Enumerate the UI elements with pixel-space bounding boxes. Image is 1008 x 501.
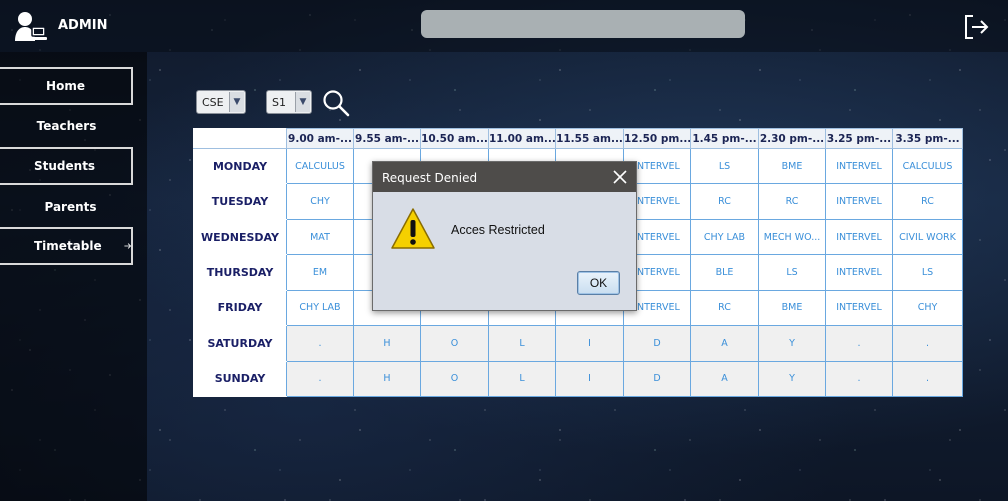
top-search-bar[interactable] [421,10,745,38]
table-cell[interactable]: . [286,325,354,362]
chevron-down-icon[interactable]: ▼ [229,92,244,112]
table-cell[interactable]: INTERVEL [825,254,893,291]
day-label: TUESDAY [193,183,287,220]
table-cell[interactable]: D [623,360,691,398]
day-label: MONDAY [193,147,287,185]
column-header: 11.55 am... [555,128,624,149]
sidebar-item-parents[interactable]: Parents [0,188,133,226]
search-icon[interactable] [322,89,350,117]
warning-icon [391,208,435,249]
column-header: 12.50 pm... [623,128,691,149]
sidebar-item-students[interactable]: Students [0,147,133,185]
table-cell[interactable]: Y [758,360,826,398]
timetable-header-row: 9.00 am-... 9.55 am-... 10.50 am... 11.00 a… [193,128,963,149]
table-cell[interactable]: INTERVEL [825,147,893,185]
table-cell[interactable]: CIVIL WORK [892,218,963,256]
sidebar-item-teachers[interactable]: Teachers [0,107,133,145]
table-cell[interactable]: O [420,325,489,362]
request-denied-dialog: Request Denied Acces Restricted OK [372,161,637,311]
dialog-title: Request Denied [382,171,478,185]
table-cell[interactable]: CHY [892,289,963,327]
day-label: FRIDAY [193,289,287,327]
department-select[interactable]: CSE ▼ [196,90,246,114]
table-corner [193,128,287,149]
table-row: SUNDAY. H O L I D A Y.. [193,360,963,398]
column-header: 3.35 pm-... [892,128,963,149]
table-cell[interactable]: A [690,360,759,398]
table-cell[interactable]: RC [690,183,759,220]
table-cell[interactable]: MAT [286,218,354,256]
table-cell[interactable]: BLE [690,254,759,291]
sidebar-item-home[interactable]: Home [0,67,133,105]
arrow-right-icon [124,243,131,249]
day-label: SATURDAY [193,325,287,362]
table-cell[interactable]: CHY LAB [286,289,354,327]
semester-value: S1 [272,96,286,109]
table-cell[interactable]: L [488,360,556,398]
table-cell[interactable]: LS [892,254,963,291]
table-cell[interactable]: INTERVEL [825,183,893,220]
column-header: 3.25 pm-... [825,128,893,149]
table-cell[interactable]: . [286,360,354,398]
table-cell[interactable]: RC [758,183,826,220]
dialog-message: Acces Restricted [451,223,545,237]
table-cell[interactable]: CALCULUS [286,147,354,185]
column-header: 2.30 pm-... [758,128,826,149]
table-cell[interactable]: RC [892,183,963,220]
day-label: WEDNESDAY [193,218,287,256]
table-cell[interactable]: CHY [286,183,354,220]
table-cell[interactable]: BME [758,289,826,327]
sidebar-item-label: Parents [44,200,97,214]
column-header: 11.00 am... [488,128,556,149]
day-label: THURSDAY [193,254,287,291]
table-cell[interactable]: L [488,325,556,362]
table-cell[interactable]: A [690,325,759,362]
table-cell[interactable]: . [892,360,963,398]
table-cell[interactable]: RC [690,289,759,327]
table-cell[interactable]: BME [758,147,826,185]
department-value: CSE [202,96,224,109]
semester-select[interactable]: S1 ▼ [266,90,312,114]
sidebar-item-label: Timetable [34,239,102,253]
table-cell[interactable]: Y [758,325,826,362]
table-cell[interactable]: MECH WO... [758,218,826,256]
column-header: 1.45 pm-... [690,128,759,149]
table-cell[interactable]: H [353,360,421,398]
column-header: 9.00 am-... [286,128,354,149]
table-cell[interactable]: I [555,360,624,398]
table-cell[interactable]: D [623,325,691,362]
table-cell[interactable]: O [420,360,489,398]
table-cell[interactable]: I [555,325,624,362]
sidebar-item-timetable[interactable]: Timetable [0,227,133,265]
table-cell[interactable]: H [353,325,421,362]
table-cell[interactable]: LS [758,254,826,291]
table-cell[interactable]: INTERVEL [825,289,893,327]
admin-user-icon [15,12,47,41]
dialog-titlebar: Request Denied [373,162,636,192]
top-bar: ADMIN [0,0,1008,52]
sidebar-item-label: Students [34,159,96,173]
close-icon[interactable] [613,170,627,184]
sidebar-item-label: Home [46,79,85,93]
ok-button[interactable]: OK [577,271,620,295]
table-cell[interactable]: . [892,325,963,362]
table-row: SATURDAY. H O L I D A Y.. [193,325,963,362]
logout-icon[interactable] [962,13,990,41]
table-cell[interactable]: CALCULUS [892,147,963,185]
table-cell[interactable]: LS [690,147,759,185]
table-cell[interactable]: INTERVEL [825,218,893,256]
day-label: SUNDAY [193,360,287,398]
chevron-down-icon[interactable]: ▼ [295,92,310,112]
admin-label: ADMIN [58,18,108,33]
column-header: 9.55 am-... [353,128,421,149]
table-cell[interactable]: CHY LAB [690,218,759,256]
sidebar-item-label: Teachers [36,119,97,133]
table-cell[interactable]: . [825,325,893,362]
table-cell[interactable]: . [825,360,893,398]
table-cell[interactable]: EM [286,254,354,291]
column-header: 10.50 am... [420,128,489,149]
